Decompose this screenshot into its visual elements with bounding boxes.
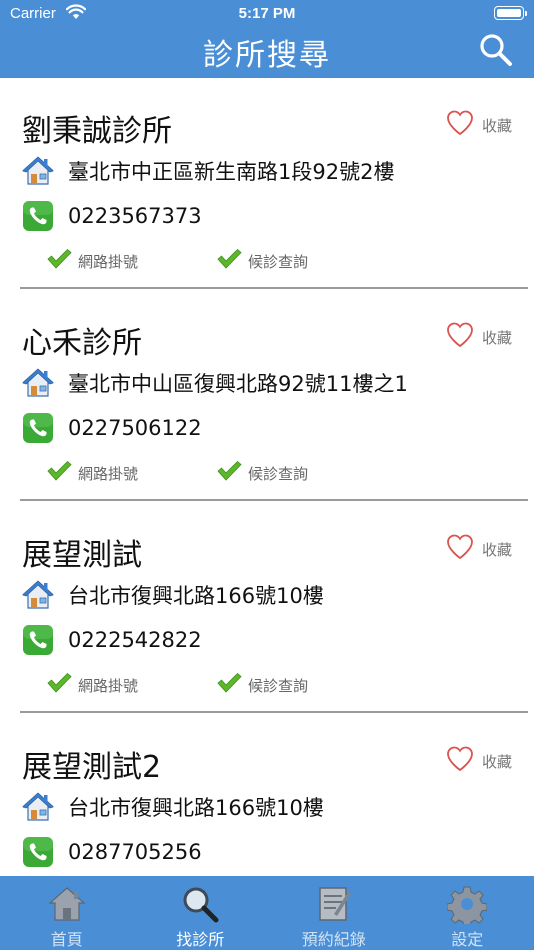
service-label: 候診查詢	[248, 252, 309, 271]
phone-icon	[22, 200, 54, 232]
address-row[interactable]: 台北市復興北路166號10樓	[22, 579, 324, 611]
house-icon	[22, 367, 54, 399]
tab-label: 預約紀錄	[301, 930, 366, 949]
favorite-button[interactable]: 收藏	[446, 746, 512, 776]
phone-icon	[22, 836, 54, 868]
clinic-phone: 0287705256	[68, 840, 202, 864]
service-label: 候診查詢	[248, 464, 309, 483]
house-icon	[22, 791, 54, 823]
house-icon	[22, 155, 54, 187]
clinic-list: 劉秉誠診所 收藏 臺北市中正區新生南路1段92號2樓 0223567373 網路…	[0, 78, 534, 876]
service-item: 候診查詢	[216, 248, 386, 274]
tab-item[interactable]: 預約紀錄	[267, 876, 401, 950]
clinic-phone: 0227506122	[68, 416, 202, 440]
search-button[interactable]	[478, 32, 514, 68]
navigation-header: Carrier 5:17 PM 診所搜尋	[0, 0, 534, 78]
magnifier-icon	[180, 884, 220, 924]
tab-item[interactable]: 設定	[401, 876, 534, 950]
service-item: 候診查詢	[216, 460, 386, 486]
clock-time: 5:17 PM	[238, 5, 296, 22]
favorite-button[interactable]: 收藏	[446, 110, 512, 140]
clinic-name: 劉秉誠診所	[22, 114, 172, 149]
service-item: 候診查詢	[216, 672, 386, 698]
page-title: 診所搜尋	[203, 38, 331, 73]
clinic-card[interactable]: 展望測試2 收藏 台北市復興北路166號10樓 0287705256	[0, 714, 534, 876]
phone-row[interactable]: 0222542822	[22, 624, 202, 656]
clinic-address: 台北市復興北路166號10樓	[68, 584, 324, 608]
gear-icon	[446, 884, 488, 928]
phone-row[interactable]: 0227506122	[22, 412, 202, 444]
tab-label: 首頁	[50, 930, 83, 949]
heart-icon	[446, 746, 474, 776]
home-icon	[47, 884, 87, 924]
divider	[20, 287, 528, 289]
favorite-label: 收藏	[481, 752, 512, 771]
house-icon	[22, 579, 54, 611]
clinic-address: 台北市復興北路166號10樓	[68, 796, 324, 820]
clinic-address: 臺北市中山區復興北路92號11樓之1	[68, 372, 408, 396]
service-item: 網路掛號	[46, 248, 216, 274]
clinic-address: 臺北市中正區新生南路1段92號2樓	[68, 160, 395, 184]
heart-icon	[446, 110, 474, 140]
clinic-name: 心禾診所	[22, 326, 142, 361]
checkmark-icon	[216, 672, 242, 698]
tab-item[interactable]: 找診所	[134, 876, 268, 950]
clinic-phone: 0222542822	[68, 628, 202, 652]
checkmark-icon	[46, 460, 72, 486]
address-row[interactable]: 臺北市中山區復興北路92號11樓之1	[22, 367, 408, 399]
battery-icon	[494, 6, 527, 20]
service-label: 網路掛號	[78, 464, 139, 483]
checkmark-icon	[46, 248, 72, 274]
favorite-label: 收藏	[481, 540, 512, 559]
service-item: 網路掛號	[46, 460, 216, 486]
clinic-phone: 0223567373	[68, 204, 202, 228]
phone-icon	[22, 624, 54, 656]
divider	[20, 499, 528, 501]
service-list: 網路掛號 候診查詢	[46, 460, 386, 486]
heart-icon	[446, 534, 474, 564]
checkmark-icon	[216, 460, 242, 486]
favorite-label: 收藏	[481, 116, 512, 135]
divider	[20, 711, 528, 713]
clinic-name: 展望測試2	[22, 750, 162, 785]
address-row[interactable]: 臺北市中正區新生南路1段92號2樓	[22, 155, 394, 187]
status-bar: Carrier 5:17 PM	[0, 0, 534, 28]
checkmark-icon	[216, 248, 242, 274]
favorite-button[interactable]: 收藏	[446, 322, 512, 352]
service-list: 網路掛號 候診查詢	[46, 248, 386, 274]
phone-icon	[22, 412, 54, 444]
tab-label: 設定	[451, 930, 484, 949]
clinic-card[interactable]: 心禾診所 收藏 臺北市中山區復興北路92號11樓之1 0227506122 網路…	[0, 290, 534, 502]
checkmark-icon	[46, 672, 72, 698]
service-label: 網路掛號	[78, 676, 139, 695]
service-label: 網路掛號	[78, 252, 139, 271]
favorite-button[interactable]: 收藏	[446, 534, 512, 564]
clinic-card[interactable]: 展望測試 收藏 台北市復興北路166號10樓 0222542822 網路掛號 候…	[0, 502, 534, 714]
heart-icon	[446, 322, 474, 352]
favorite-label: 收藏	[481, 328, 512, 347]
address-row[interactable]: 台北市復興北路166號10樓	[22, 791, 324, 823]
clinic-name: 展望測試	[22, 538, 142, 573]
phone-row[interactable]: 0287705256	[22, 836, 202, 868]
notepad-icon	[314, 884, 354, 924]
tab-item[interactable]: 首頁	[0, 876, 134, 950]
tab-bar: 首頁 找診所 預約紀錄 設定	[0, 876, 534, 950]
clinic-card[interactable]: 劉秉誠診所 收藏 臺北市中正區新生南路1段92號2樓 0223567373 網路…	[0, 78, 534, 290]
service-item: 網路掛號	[46, 672, 216, 698]
phone-row[interactable]: 0223567373	[22, 200, 202, 232]
service-list: 網路掛號 候診查詢	[46, 672, 386, 698]
search-icon	[480, 34, 512, 66]
tab-label: 找診所	[176, 930, 225, 949]
service-label: 候診查詢	[248, 676, 309, 695]
